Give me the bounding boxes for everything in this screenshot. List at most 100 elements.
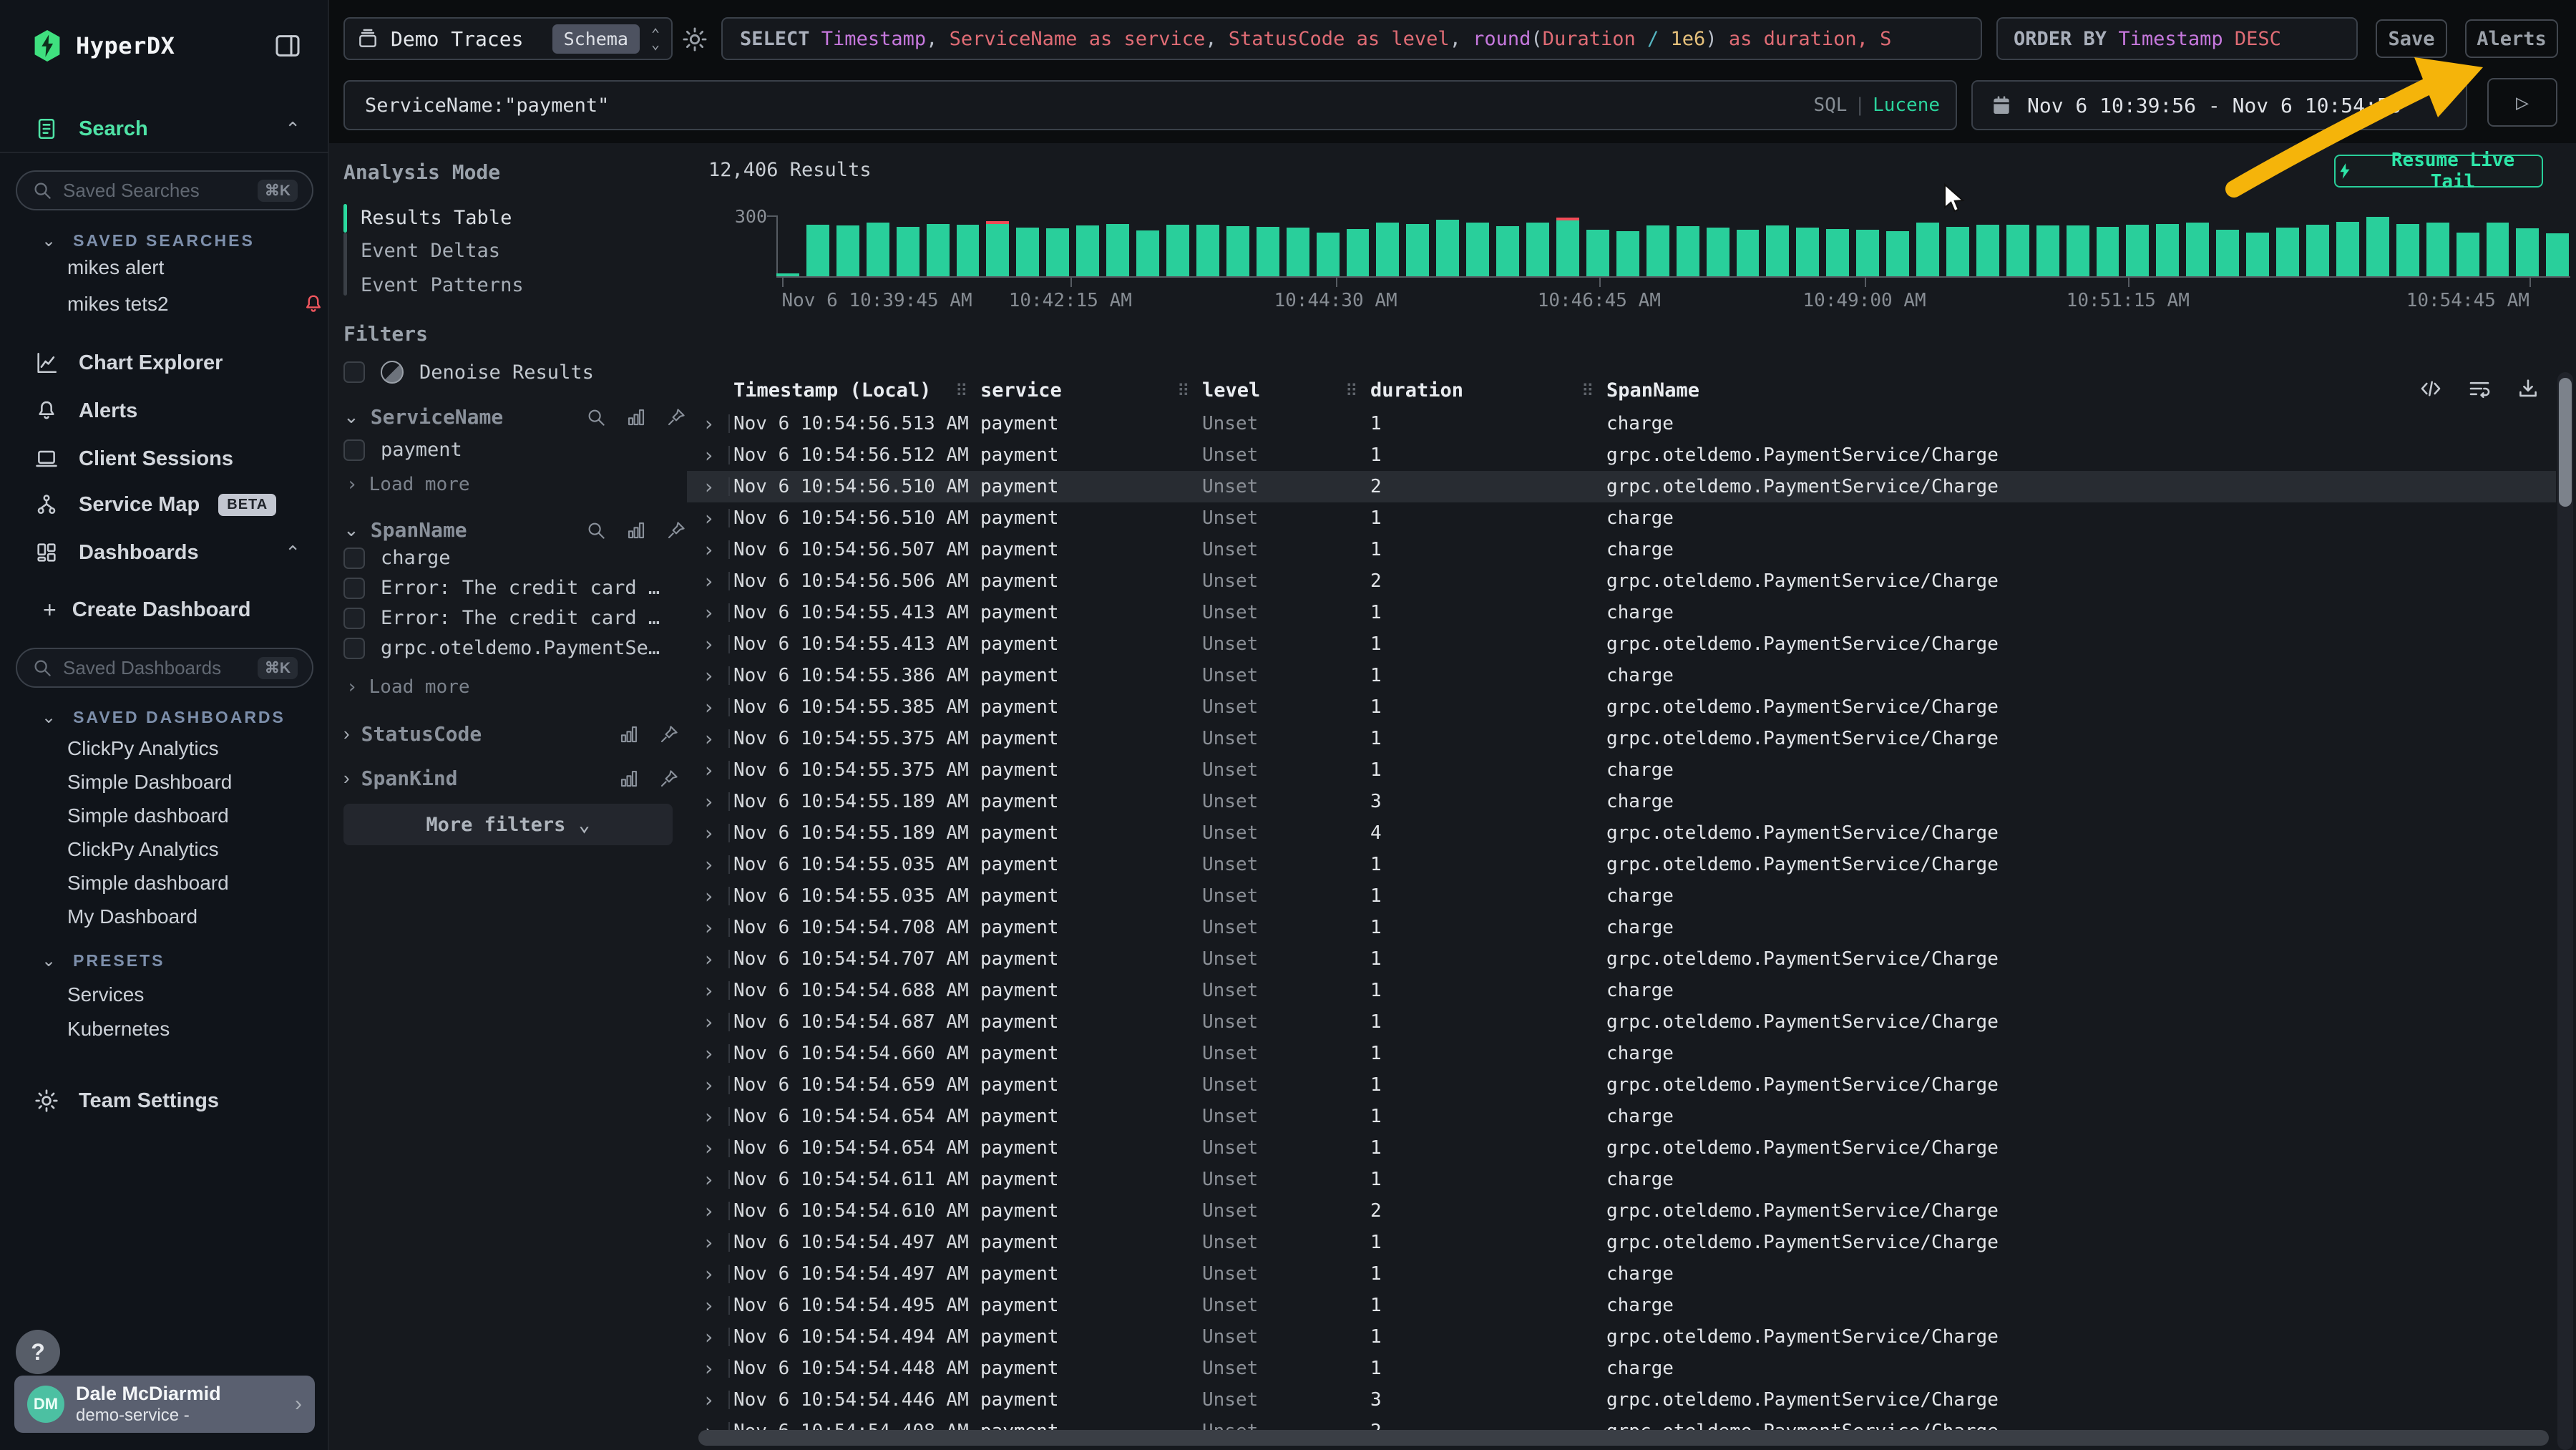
col-timestamp[interactable]: Timestamp (Local) [733,379,931,402]
presets-section-header[interactable]: ⌄ PRESETS [42,950,165,971]
table-row[interactable]: › Nov 6 10:54:54.707 AM payment Unset 1 … [687,943,2556,975]
download-icon[interactable] [2516,376,2540,401]
table-row[interactable]: › Nov 6 10:54:54.611 AM payment Unset 1 … [687,1164,2556,1195]
row-expand-chevron[interactable]: › [703,1357,715,1381]
row-expand-chevron[interactable]: › [703,979,715,1003]
chevron-right-icon[interactable]: › [343,767,350,789]
row-expand-chevron[interactable]: › [703,1294,715,1318]
row-expand-chevron[interactable]: › [703,601,715,625]
saved-dashboard-item[interactable]: Simple Dashboard [67,771,232,794]
table-row[interactable]: › Nov 6 10:54:54.497 AM payment Unset 1 … [687,1227,2556,1258]
histogram-bar[interactable] [1317,233,1340,276]
histogram-bar[interactable] [1707,228,1729,276]
chevron-up-icon[interactable]: ⌃ [285,542,301,564]
row-expand-chevron[interactable]: › [703,1042,715,1066]
user-menu[interactable]: DM Dale McDiarmid demo-service - › [14,1376,315,1433]
histogram-bar[interactable] [2126,225,2149,276]
sidebar-item-chart-explorer[interactable]: Chart Explorer [0,343,329,383]
table-row[interactable]: › Nov 6 10:54:54.654 AM payment Unset 1 … [687,1132,2556,1164]
field-pin-icon[interactable] [658,768,680,789]
table-row[interactable]: › Nov 6 10:54:55.189 AM payment Unset 3 … [687,786,2556,817]
filter-section-spankind[interactable]: › SpanKind [343,767,458,790]
saved-dashboards-search-input[interactable]: Saved Dashboards ⌘K [16,648,313,688]
histogram-bar[interactable] [2306,225,2329,276]
saved-searches-section-header[interactable]: ⌄ SAVED SEARCHES [42,230,255,251]
row-expand-chevron[interactable]: › [703,475,715,499]
filter-section-statuscode[interactable]: › StatusCode [343,722,482,746]
preset-item[interactable]: Kubernetes [67,1018,170,1041]
table-row[interactable]: › Nov 6 10:54:55.386 AM payment Unset 1 … [687,660,2556,691]
table-row[interactable]: › Nov 6 10:54:55.035 AM payment Unset 1 … [687,849,2556,880]
histogram-bar[interactable] [897,227,919,276]
saved-dashboard-item[interactable]: ClickPy Analytics [67,838,219,861]
date-range-picker[interactable]: Nov 6 10:39:56 - Nov 6 10:54:56 [1971,80,2467,130]
lang-sql[interactable]: SQL [1813,94,1847,116]
saved-dashboard-item[interactable]: Simple dashboard [67,804,229,827]
chevron-right-icon[interactable]: › [343,723,350,745]
histogram-bar[interactable] [1226,226,1249,276]
data-source-select[interactable]: Demo Traces Schema ⌃⌄ [343,17,673,60]
histogram-bar[interactable] [867,223,889,276]
histogram-bar[interactable] [2426,223,2449,276]
histogram-bar[interactable] [1586,230,1609,276]
saved-searches-search-input[interactable]: Saved Searches ⌘K [16,170,313,210]
table-row[interactable]: › Nov 6 10:54:56.507 AM payment Unset 1 … [687,534,2556,565]
column-drag-handle-icon[interactable]: ⠿ [1177,381,1190,401]
column-drag-handle-icon[interactable]: ⠿ [1345,381,1358,401]
help-button[interactable]: ? [16,1330,60,1374]
histogram-bar[interactable] [1376,223,1399,276]
alerts-button[interactable]: Alerts [2465,19,2558,58]
histogram-bar[interactable] [1436,220,1459,276]
histogram-bar[interactable] [1257,227,1279,276]
row-expand-chevron[interactable]: › [703,444,715,467]
mode-event-patterns[interactable]: Event Patterns [361,274,524,296]
field-pin-icon[interactable] [665,520,687,541]
row-expand-chevron[interactable]: › [703,885,715,908]
histogram-bar[interactable] [1646,225,1669,276]
histogram-bar[interactable] [2366,217,2389,276]
filter-value-row[interactable]: payment [343,439,658,461]
histogram-bar[interactable] [1166,225,1189,276]
column-drag-handle-icon[interactable]: ⠿ [1581,381,1594,401]
row-expand-chevron[interactable]: › [703,1011,715,1034]
histogram-bar[interactable] [1677,226,1699,276]
vertical-scrollbar-thumb[interactable] [2559,378,2572,507]
histogram-bar[interactable] [1616,231,1639,276]
filter-section-servicename[interactable]: ⌄ ServiceName [343,405,503,429]
table-row[interactable]: › Nov 6 10:54:54.708 AM payment Unset 1 … [687,912,2556,943]
field-search-icon[interactable] [585,407,607,428]
table-row[interactable]: › Nov 6 10:54:56.506 AM payment Unset 2 … [687,565,2556,597]
table-row[interactable]: › Nov 6 10:54:54.660 AM payment Unset 1 … [687,1038,2556,1069]
row-expand-chevron[interactable]: › [703,1262,715,1286]
results-histogram[interactable] [776,215,2569,276]
row-expand-chevron[interactable]: › [703,538,715,562]
table-row[interactable]: › Nov 6 10:54:56.510 AM payment Unset 1 … [687,502,2556,534]
histogram-bar[interactable] [1796,228,1819,276]
field-pin-icon[interactable] [665,407,687,428]
horizontal-scrollbar-thumb[interactable] [698,1430,2549,1446]
histogram-bar[interactable] [1766,225,1789,276]
histogram-bar[interactable] [957,225,980,276]
filter-checkbox[interactable] [343,608,365,629]
table-row[interactable]: › Nov 6 10:54:55.375 AM payment Unset 1 … [687,754,2556,786]
order-by-editor[interactable]: ORDER BY Timestamp DESC [1996,17,2358,60]
histogram-bar[interactable] [1496,226,1519,276]
histogram-bar[interactable] [2006,225,2029,276]
histogram-bar[interactable] [2546,233,2569,276]
saved-dashboard-item[interactable]: My Dashboard [67,905,197,928]
resume-live-tail-button[interactable]: Resume Live Tail [2334,155,2543,188]
table-row[interactable]: › Nov 6 10:54:55.385 AM payment Unset 1 … [687,691,2556,723]
code-view-icon[interactable] [2419,376,2443,401]
save-button[interactable]: Save [2376,19,2447,58]
saved-dashboards-section-header[interactable]: ⌄ SAVED DASHBOARDS [42,707,286,728]
filter-value-row[interactable]: Error: The credit card … [343,577,662,599]
col-service[interactable]: service [980,379,1062,402]
col-duration[interactable]: duration [1370,379,1463,402]
table-row[interactable]: › Nov 6 10:54:54.610 AM payment Unset 2 … [687,1195,2556,1227]
lang-lucene[interactable]: Lucene [1873,94,1940,116]
col-spanname[interactable]: SpanName [1606,379,1699,402]
histogram-bar[interactable] [1976,225,1999,276]
denoise-checkbox[interactable] [343,361,365,383]
histogram-bar[interactable] [1016,228,1039,276]
filter-value-row[interactable]: Error: The credit card … [343,607,662,629]
